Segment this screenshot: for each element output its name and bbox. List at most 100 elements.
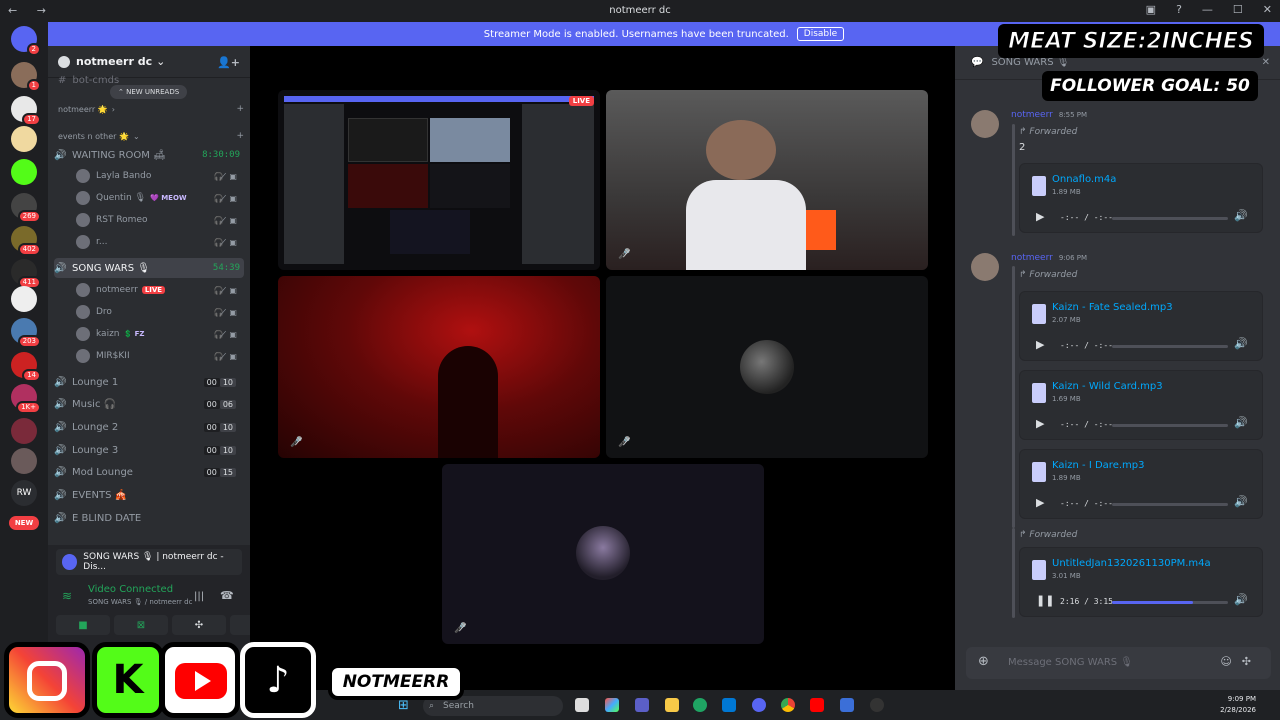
file-name[interactable]: Onnaflo.m4a (1052, 174, 1116, 185)
progress-bar[interactable] (1112, 345, 1228, 348)
progress-bar[interactable] (1112, 503, 1228, 506)
copilot-icon[interactable] (605, 698, 619, 712)
server-icon[interactable] (11, 126, 37, 152)
server-icon[interactable]: 203 (11, 318, 41, 348)
server-icon[interactable]: 17 (11, 96, 41, 126)
volume-icon[interactable]: 🔊 (1234, 209, 1248, 222)
activity-card[interactable]: SONG WARS 🎙 | notmeerr dc - Dis... (56, 549, 242, 575)
server-icon[interactable]: 1 (11, 62, 41, 92)
server-icon[interactable]: 411 (11, 259, 41, 289)
voice-channel-waiting-room[interactable]: 🔊 WAITING ROOM 🛋 8:30:09 (54, 145, 244, 165)
close-icon[interactable]: ✕ (1263, 3, 1272, 16)
volume-icon[interactable]: 🔊 (1234, 337, 1248, 350)
voice-channel-lounge[interactable]: 🔊 Lounge 3 00 10 (54, 440, 244, 460)
avatar[interactable] (971, 253, 999, 281)
activities-button[interactable]: ✣ (172, 615, 226, 635)
voice-channel-lounge[interactable]: 🔊 Lounge 2 00 10 (54, 417, 244, 437)
server-icon[interactable] (11, 286, 37, 312)
avatar-tile[interactable]: 🎤̸ (442, 464, 764, 644)
voice-user[interactable]: Layla Bando 🎧̸▣ (76, 166, 242, 186)
server-icon[interactable] (11, 159, 37, 185)
category-events[interactable]: events n other 🌟 ⌄ + (58, 126, 248, 146)
webcam-tile-red-room[interactable]: 🎤̸ (278, 276, 600, 458)
server-icon[interactable]: NEW (9, 516, 39, 530)
task-view-icon[interactable] (575, 698, 589, 712)
server-icon[interactable]: 14 (11, 352, 41, 382)
voice-channel-events[interactable]: 🔊 EVENTS 🎪 (54, 485, 244, 505)
voice-channel-lounge[interactable]: 🔊 Music 🎧 00 06 (54, 395, 244, 415)
volume-icon[interactable]: 🔊 (1234, 495, 1248, 508)
explorer-icon[interactable] (665, 698, 679, 712)
webcam-tile-notmeerr[interactable]: 🎤̸ (606, 90, 928, 270)
add-channel-icon[interactable]: + (236, 104, 244, 114)
camera-button[interactable]: ■ (56, 615, 110, 635)
discord-icon[interactable] (752, 698, 766, 712)
file-name[interactable]: Kaizn - Fate Sealed.mp3 (1052, 302, 1173, 313)
avatar-tile[interactable]: 🎤̸ (606, 276, 928, 458)
server-icon[interactable]: RW (11, 480, 37, 506)
volume-icon[interactable]: 🔊 (1234, 593, 1248, 606)
file-name[interactable]: Kaizn - Wild Card.mp3 (1052, 381, 1163, 392)
progress-bar[interactable] (1112, 601, 1228, 604)
volume-icon[interactable]: 🔊 (1234, 416, 1248, 429)
minimize-icon[interactable]: — (1202, 3, 1213, 16)
message-author[interactable]: notmeerr 8:55 PM (1011, 110, 1087, 120)
progress-bar[interactable] (1112, 217, 1228, 220)
voice-status[interactable]: Video Connected (88, 584, 173, 595)
disconnect-icon[interactable]: ☎ (220, 589, 234, 602)
voice-channel-song-wars[interactable]: 🔊 SONG WARS 🎙 54:39 (54, 258, 244, 278)
play-icon[interactable]: ▶ (1036, 210, 1044, 223)
add-attachment-icon[interactable]: ⊕ (978, 654, 989, 669)
voice-user[interactable]: kaizn 💲 FZ 🎧̸▣ (76, 324, 242, 344)
obs-icon[interactable] (870, 698, 884, 712)
close-chat-icon[interactable]: ✕ (1262, 57, 1270, 68)
file-name[interactable]: UntitledJan1320261130PM.m4a (1052, 558, 1211, 569)
signal-icon[interactable]: ≋ (62, 589, 72, 603)
server-icon[interactable]: 1K+ (11, 384, 41, 414)
play-icon[interactable]: ▶ (1036, 417, 1044, 430)
youtube-icon[interactable] (810, 698, 824, 712)
server-icon[interactable]: 269 (11, 193, 41, 223)
play-icon[interactable]: ▶ (1036, 338, 1044, 351)
chrome-icon[interactable] (781, 698, 795, 712)
screen-share-button[interactable]: ⊠ (114, 615, 168, 635)
voice-user[interactable]: RST Romeo 🎧̸▣ (76, 210, 242, 230)
voice-user[interactable]: Dro 🎧̸▣ (76, 302, 242, 322)
file-name[interactable]: Kaizn - I Dare.mp3 (1052, 460, 1144, 471)
system-clock[interactable]: 9:09 PM 2/28/2026 (1220, 694, 1256, 716)
voice-channel-blind-date[interactable]: 🔊 E BLIND DATE (54, 508, 244, 528)
pause-icon[interactable]: ❚❚ (1036, 594, 1054, 607)
voice-user[interactable]: notmeerr LIVE 🎧̸▣ (76, 280, 242, 300)
voice-channel-lounge[interactable]: 🔊 Mod Lounge 00 15 (54, 463, 244, 483)
progress-bar[interactable] (1112, 424, 1228, 427)
edge-icon[interactable] (693, 698, 707, 712)
voice-user[interactable]: Quentin 🎙 💜 MEOW 🎧̸▣ (76, 188, 242, 208)
invite-icon[interactable]: 👤+ (217, 56, 240, 69)
server-icon[interactable] (11, 418, 37, 444)
disable-button[interactable]: Disable (796, 27, 845, 41)
maximize-icon[interactable]: ☐ (1233, 3, 1243, 16)
play-icon[interactable]: ▶ (1036, 496, 1044, 509)
avatar[interactable] (971, 110, 999, 138)
screen-share-tile[interactable]: LIVE (278, 90, 600, 270)
message-composer[interactable]: ⊕ Message SONG WARS 🎙 ☺✣ (966, 647, 1271, 679)
new-unreads-pill[interactable]: ⌃ NEW UNREADS (110, 85, 188, 99)
teams-icon[interactable] (635, 698, 649, 712)
add-channel-icon[interactable]: + (236, 131, 244, 141)
noise-suppression-icon[interactable]: ||| (194, 591, 204, 602)
voice-channel-lounge[interactable]: 🔊 Lounge 1 00 10 (54, 372, 244, 392)
voice-user[interactable]: MIR$KII 🎧̸▣ (76, 346, 242, 366)
store-icon[interactable] (722, 698, 736, 712)
message-author[interactable]: notmeerr 9:06 PM (1011, 253, 1087, 263)
emoji-icon[interactable]: ☺✣ (1220, 655, 1261, 668)
app-icon[interactable] (840, 698, 854, 712)
window-controls[interactable]: ▣ ? — ☐ ✕ (1146, 3, 1272, 16)
server-icon[interactable]: 402 (11, 226, 41, 256)
help-icon[interactable]: ? (1176, 3, 1182, 16)
inbox-icon[interactable]: ▣ (1146, 3, 1156, 16)
server-icon[interactable] (11, 448, 37, 474)
voice-user[interactable]: r... 🎧̸▣ (76, 232, 242, 252)
start-icon[interactable]: ⊞ (398, 698, 409, 713)
category-notmeerr[interactable]: notmeerr 🌟 › + (58, 99, 248, 119)
server-icon[interactable]: 2 (11, 26, 41, 56)
